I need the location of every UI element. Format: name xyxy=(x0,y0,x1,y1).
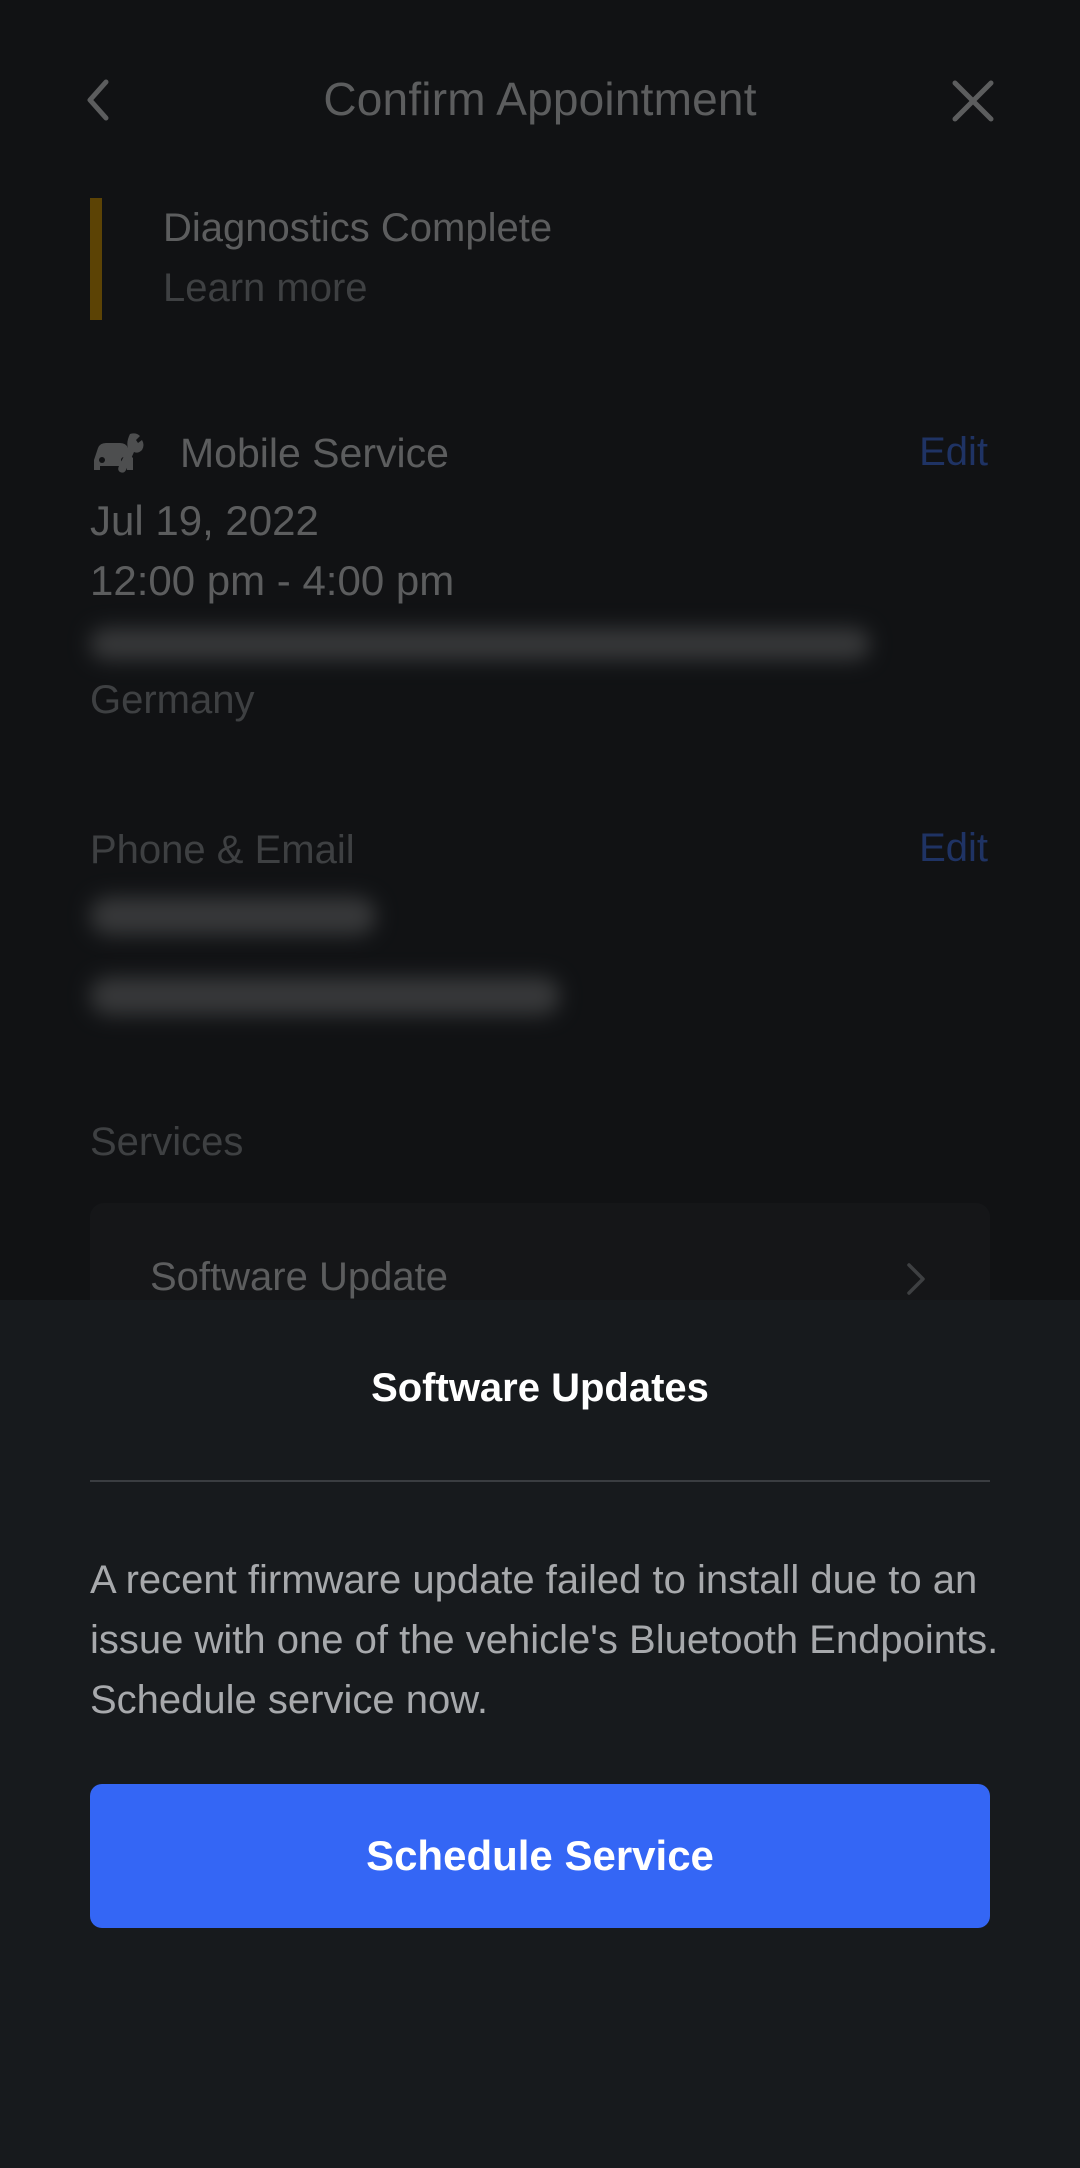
sheet-title: Software Updates xyxy=(371,1366,709,1410)
sheet-description: A recent firmware update failed to insta… xyxy=(90,1558,999,1722)
confirm-appointment-screen: Confirm Appointment Diagnostics Complete… xyxy=(0,0,1080,2168)
sheet-divider xyxy=(90,1480,990,1482)
schedule-service-button[interactable]: Schedule Service xyxy=(90,1784,990,1928)
software-updates-sheet: Software Updates A recent firmware updat… xyxy=(0,1300,1080,2168)
